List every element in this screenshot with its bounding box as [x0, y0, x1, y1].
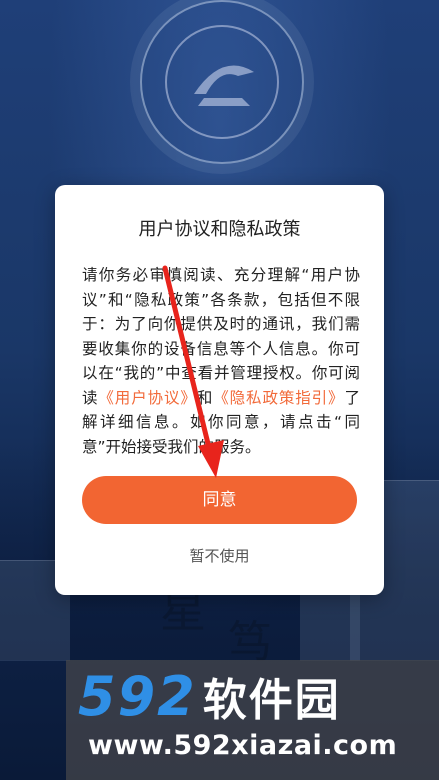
watermark-number: 592 [78, 665, 197, 728]
user-agreement-link[interactable]: 《用户协议》 [98, 389, 196, 407]
watermark-url: www.592xiazai.com [88, 730, 398, 761]
college-seal-logo [140, 0, 304, 164]
body-and: 和 [196, 388, 214, 407]
watermark-brand: 软件园 [202, 675, 341, 726]
watermark-logo: 592 软件园 [78, 666, 341, 728]
privacy-policy-link[interactable]: 《隐私政策指引》 [213, 389, 344, 407]
site-watermark: 592 软件园 www.592xiazai.com [66, 660, 439, 780]
privacy-dialog: 用户协议和隐私政策 请你务必审慎阅读、充分理解“用户协议”和“隐私政策”各条款，… [55, 185, 384, 595]
decline-button[interactable]: 暂不使用 [55, 545, 384, 571]
agree-button[interactable]: 同意 [82, 476, 357, 524]
body-text-1: 请你务必审慎阅读、充分理解“用户协议”和“隐私政策”各条款，包括但不限于：为了向… [82, 266, 360, 407]
dialog-title: 用户协议和隐私政策 [138, 219, 301, 240]
dialog-body: 请你务必审慎阅读、充分理解“用户协议”和“隐私政策”各条款，包括但不限于：为了向… [82, 263, 360, 459]
